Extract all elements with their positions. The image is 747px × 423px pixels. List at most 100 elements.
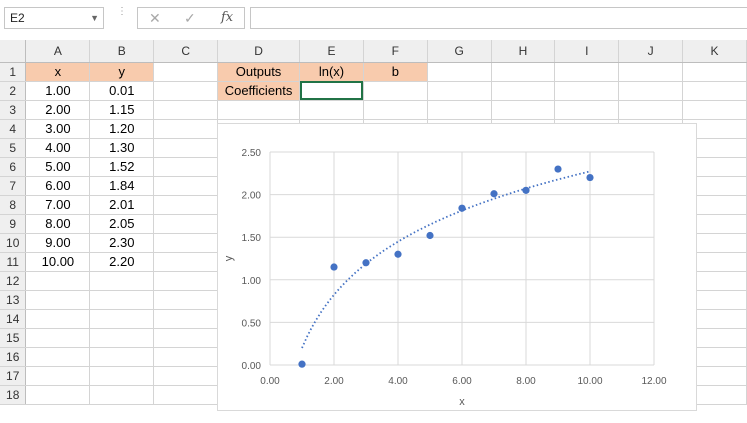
cell-b17[interactable]	[89, 366, 155, 386]
row-header-7[interactable]: 7	[0, 176, 27, 196]
cell-j2[interactable]	[618, 81, 684, 101]
cell-d1[interactable]: Outputs	[217, 62, 301, 82]
cell-a5[interactable]: 4.00	[25, 138, 91, 158]
cell-a3[interactable]: 2.00	[25, 100, 91, 120]
cell-a16[interactable]	[25, 347, 91, 367]
row-header-11[interactable]: 11	[0, 252, 27, 272]
cell-c6[interactable]	[153, 157, 219, 177]
cell-a1[interactable]: x	[25, 62, 91, 82]
column-header-c[interactable]: C	[153, 40, 219, 63]
scatter-chart[interactable]: 0.00 2.00 4.00 6.00 8.00 10.00 12.00 0.00 0.50 1.…	[217, 123, 697, 411]
cell-a9[interactable]: 8.00	[25, 214, 91, 234]
row-header-5[interactable]: 5	[0, 138, 27, 158]
row-header-16[interactable]: 16	[0, 347, 27, 367]
row-header-10[interactable]: 10	[0, 233, 27, 253]
cell-k2[interactable]	[682, 81, 747, 101]
cell-c5[interactable]	[153, 138, 219, 158]
column-header-e[interactable]: E	[299, 40, 364, 63]
column-header-i[interactable]: I	[554, 40, 620, 63]
cell-a2[interactable]: 1.00	[25, 81, 91, 101]
cell-c17[interactable]	[153, 366, 219, 386]
row-header-8[interactable]: 8	[0, 195, 27, 215]
cell-b15[interactable]	[89, 328, 155, 348]
insert-function-icon[interactable]: fx	[221, 9, 233, 27]
cell-b13[interactable]	[89, 290, 155, 310]
cell-a14[interactable]	[25, 309, 91, 329]
cell-c10[interactable]	[153, 233, 219, 253]
cell-a11[interactable]: 10.00	[25, 252, 91, 272]
cell-g2[interactable]	[427, 81, 492, 101]
cell-c2[interactable]	[153, 81, 219, 101]
row-header-13[interactable]: 13	[0, 290, 27, 310]
cell-j1[interactable]	[618, 62, 684, 82]
cell-i3[interactable]	[554, 100, 620, 120]
cell-a8[interactable]: 7.00	[25, 195, 91, 215]
row-header-12[interactable]: 12	[0, 271, 27, 291]
cell-b1[interactable]: y	[89, 62, 155, 82]
row-header-2[interactable]: 2	[0, 81, 27, 101]
formula-input[interactable]	[250, 7, 747, 29]
cell-k3[interactable]	[682, 100, 747, 120]
column-header-k[interactable]: K	[682, 40, 747, 63]
cell-b14[interactable]	[89, 309, 155, 329]
cell-b8[interactable]: 2.01	[89, 195, 155, 215]
column-header-g[interactable]: G	[427, 40, 492, 63]
cell-c1[interactable]	[153, 62, 219, 82]
cell-h3[interactable]	[491, 100, 556, 120]
cell-c18[interactable]	[153, 385, 219, 405]
row-header-6[interactable]: 6	[0, 157, 27, 177]
row-header-3[interactable]: 3	[0, 100, 27, 120]
chevron-down-icon[interactable]: ▼	[90, 8, 99, 28]
cell-c16[interactable]	[153, 347, 219, 367]
cell-b5[interactable]: 1.30	[89, 138, 155, 158]
row-header-14[interactable]: 14	[0, 309, 27, 329]
cell-h2[interactable]	[491, 81, 556, 101]
cell-c15[interactable]	[153, 328, 219, 348]
select-all-corner[interactable]	[0, 40, 27, 63]
drag-handle-icon[interactable]: ⋮	[117, 7, 127, 17]
column-header-f[interactable]: F	[363, 40, 428, 63]
column-header-a[interactable]: A	[25, 40, 91, 63]
cell-f2[interactable]	[363, 81, 428, 101]
cell-b4[interactable]: 1.20	[89, 119, 155, 139]
cell-d2[interactable]: Coefficients	[217, 81, 301, 101]
column-header-j[interactable]: J	[618, 40, 684, 63]
cancel-icon[interactable]: ✕	[149, 9, 161, 27]
row-header-4[interactable]: 4	[0, 119, 27, 139]
cell-c3[interactable]	[153, 100, 219, 120]
cell-j3[interactable]	[618, 100, 684, 120]
cell-h1[interactable]	[491, 62, 556, 82]
cell-c4[interactable]	[153, 119, 219, 139]
cell-a18[interactable]	[25, 385, 91, 405]
cell-b10[interactable]: 2.30	[89, 233, 155, 253]
cell-a7[interactable]: 6.00	[25, 176, 91, 196]
cell-b9[interactable]: 2.05	[89, 214, 155, 234]
cell-c8[interactable]	[153, 195, 219, 215]
row-header-1[interactable]: 1	[0, 62, 27, 82]
cell-c12[interactable]	[153, 271, 219, 291]
row-header-17[interactable]: 17	[0, 366, 27, 386]
cell-b7[interactable]: 1.84	[89, 176, 155, 196]
cell-e3[interactable]	[299, 100, 364, 120]
cell-f1[interactable]: b	[363, 62, 428, 82]
column-header-d[interactable]: D	[217, 40, 301, 63]
cell-a15[interactable]	[25, 328, 91, 348]
cell-a12[interactable]	[25, 271, 91, 291]
column-header-b[interactable]: B	[89, 40, 155, 63]
cell-f3[interactable]	[363, 100, 428, 120]
cell-a6[interactable]: 5.00	[25, 157, 91, 177]
cell-e1[interactable]: ln(x)	[299, 62, 364, 82]
cell-d3[interactable]	[217, 100, 301, 120]
cell-g1[interactable]	[427, 62, 492, 82]
cell-i2[interactable]	[554, 81, 620, 101]
cell-c13[interactable]	[153, 290, 219, 310]
cell-b16[interactable]	[89, 347, 155, 367]
cell-b6[interactable]: 1.52	[89, 157, 155, 177]
cell-c9[interactable]	[153, 214, 219, 234]
cell-b18[interactable]	[89, 385, 155, 405]
cell-g3[interactable]	[427, 100, 492, 120]
row-header-9[interactable]: 9	[0, 214, 27, 234]
cell-b11[interactable]: 2.20	[89, 252, 155, 272]
cell-k1[interactable]	[682, 62, 747, 82]
cell-a17[interactable]	[25, 366, 91, 386]
